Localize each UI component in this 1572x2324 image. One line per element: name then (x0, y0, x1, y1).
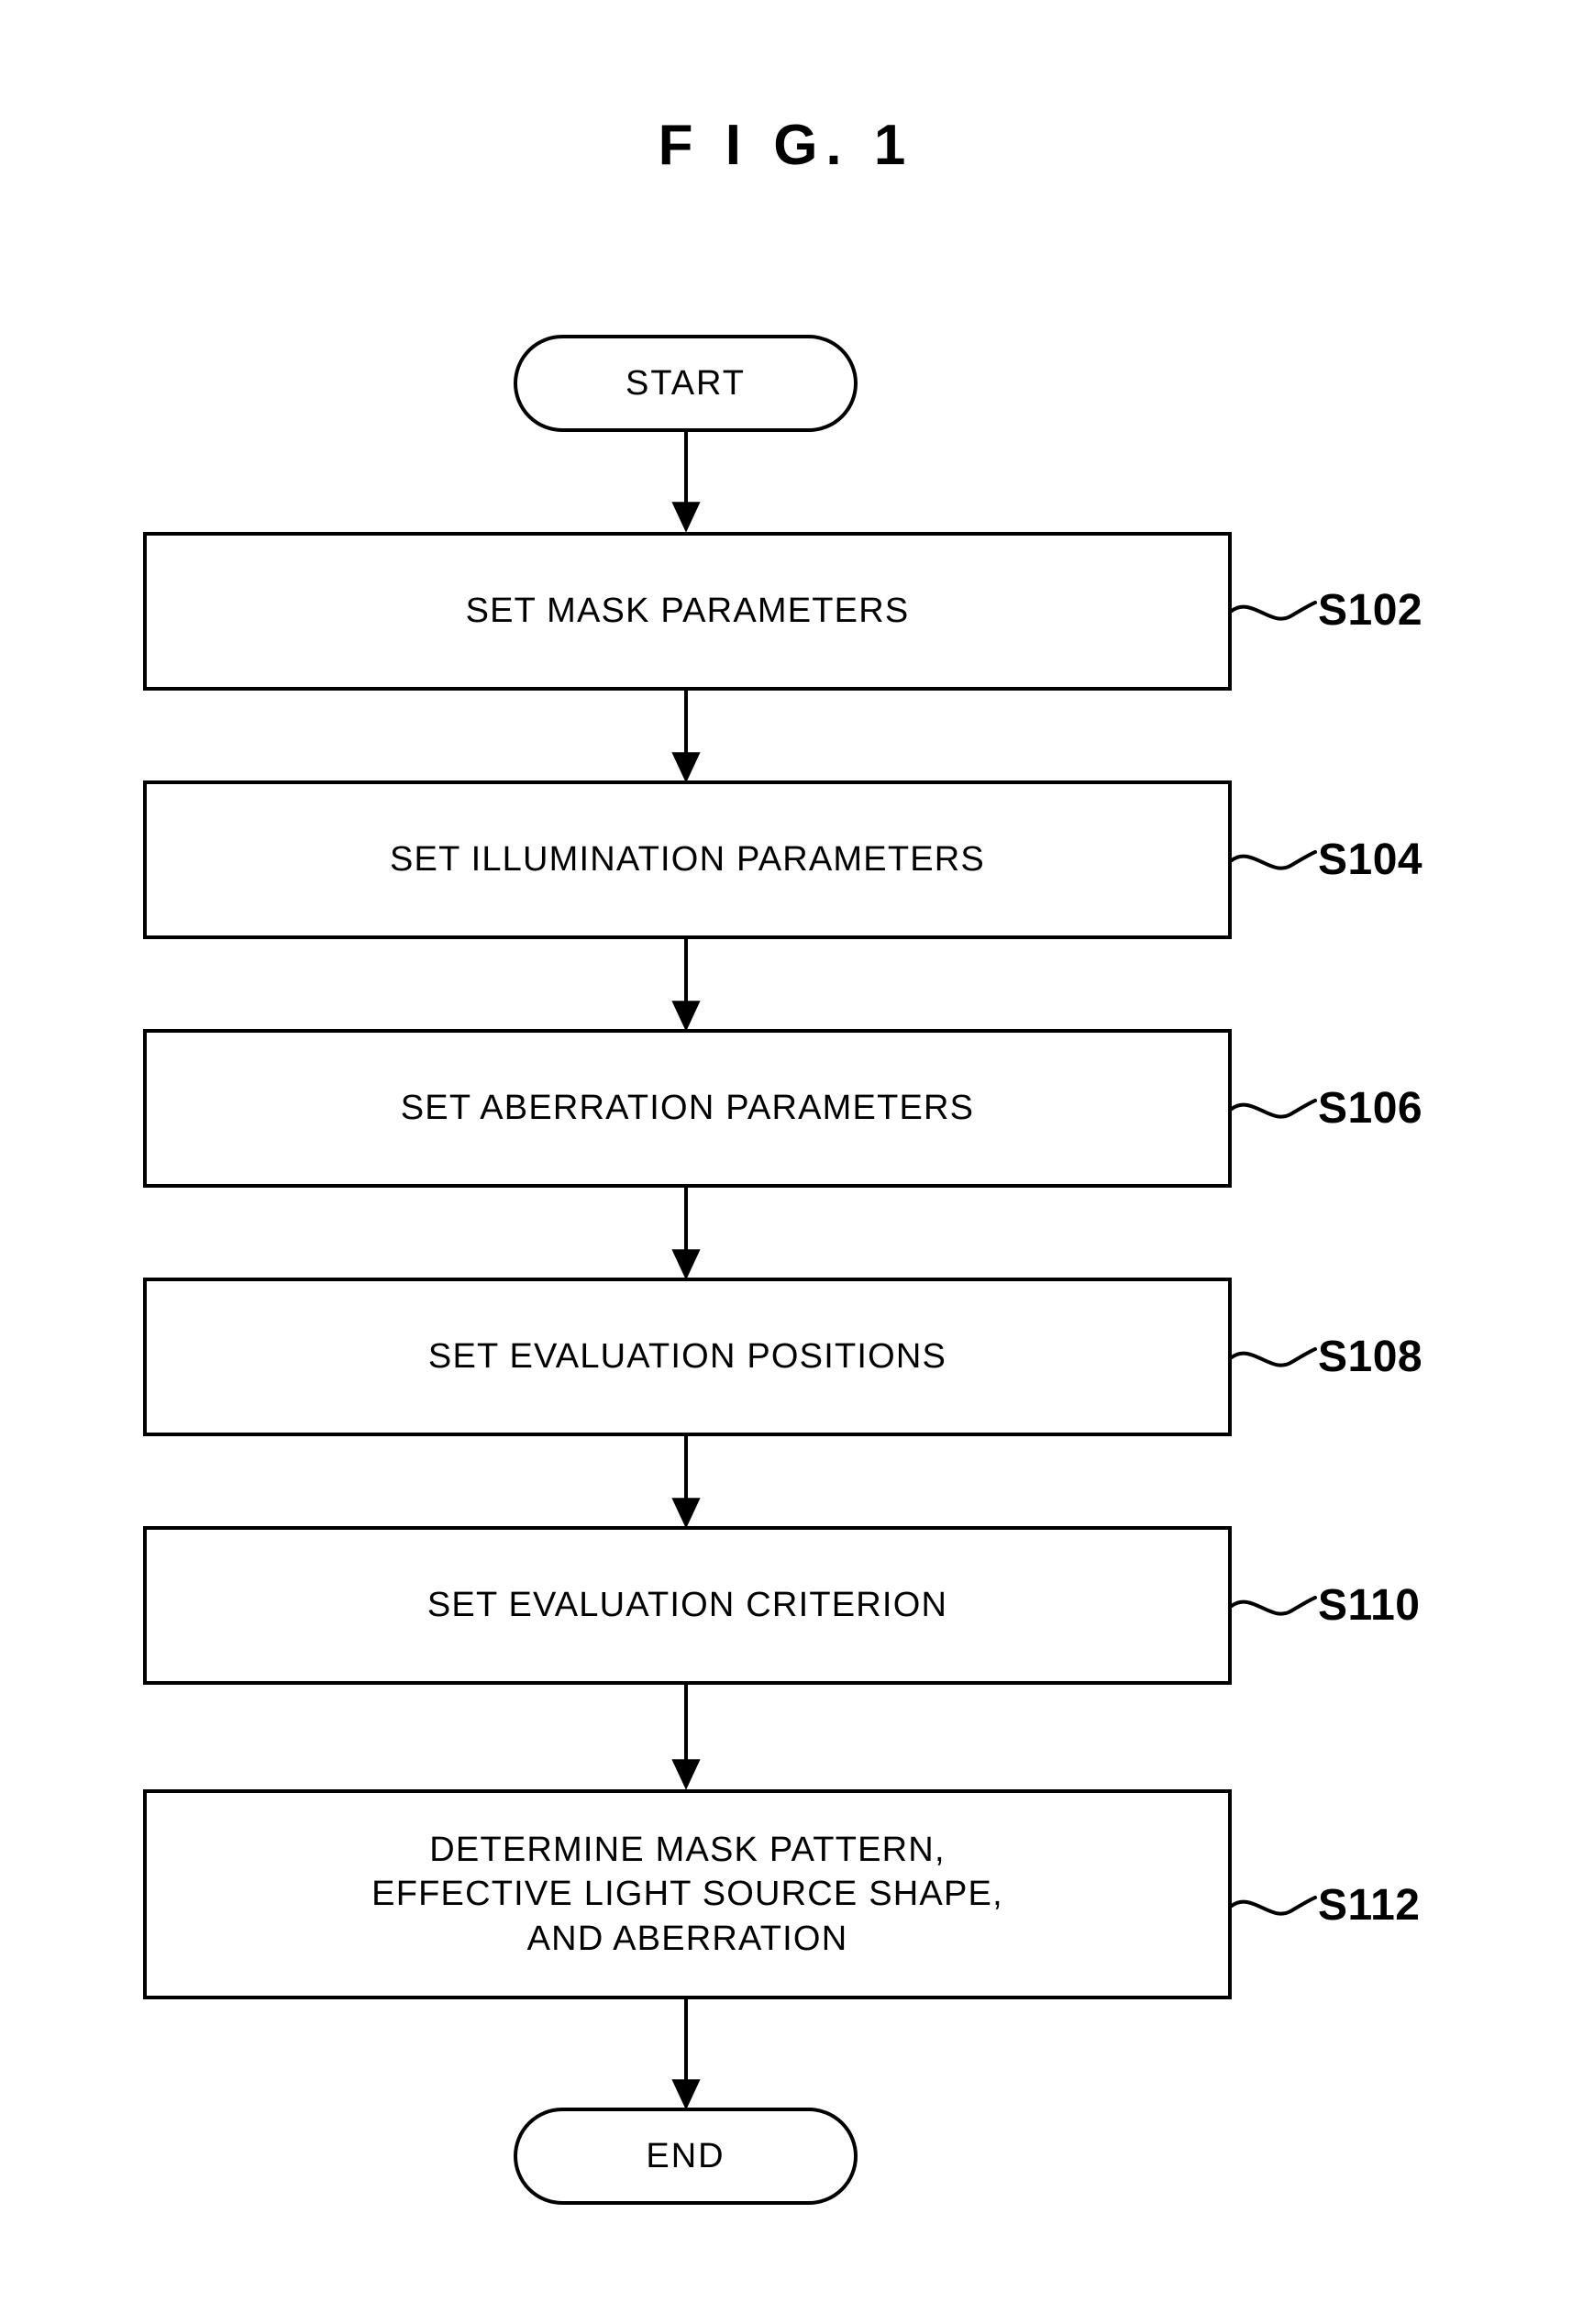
end-label: END (646, 2136, 725, 2175)
leader-squiggle-s112 (1230, 1896, 1317, 1916)
flow-node-s112-label: DETERMINE MASK PATTERN, EFFECTIVE LIGHT … (371, 1830, 1003, 1958)
leader-squiggle-s108 (1230, 1347, 1317, 1367)
flow-node-s110: SET EVALUATION CRITERION (143, 1526, 1232, 1685)
flow-node-end: END (514, 2108, 858, 2205)
step-tag-s102: S102 (1318, 586, 1423, 635)
flow-node-s108: SET EVALUATION POSITIONS (143, 1278, 1232, 1436)
step-tag-s112: S112 (1318, 1881, 1421, 1930)
flowchart: START SET MASK PARAMETERS S102 SET ILLUM… (0, 0, 1572, 2324)
step-tag-s106: S106 (1318, 1084, 1423, 1133)
flow-node-s104: SET ILLUMINATION PARAMETERS (143, 780, 1232, 939)
flow-node-s108-label: SET EVALUATION POSITIONS (427, 1337, 947, 1377)
flow-node-s102-label: SET MASK PARAMETERS (465, 592, 910, 631)
flow-node-start: START (514, 335, 858, 432)
flow-node-s106: SET ABERRATION PARAMETERS (143, 1029, 1232, 1188)
leader-squiggle-s102 (1230, 601, 1317, 621)
flow-node-s110-label: SET EVALUATION CRITERION (426, 1586, 948, 1625)
flow-node-s106-label: SET ABERRATION PARAMETERS (400, 1089, 975, 1128)
step-tag-s104: S104 (1318, 836, 1423, 884)
leader-squiggle-s106 (1230, 1099, 1317, 1119)
leader-squiggle-s104 (1230, 850, 1317, 870)
flow-node-s102: SET MASK PARAMETERS (143, 532, 1232, 691)
flow-node-s112: DETERMINE MASK PATTERN, EFFECTIVE LIGHT … (143, 1789, 1232, 1999)
step-tag-s108: S108 (1318, 1333, 1423, 1381)
flow-node-s104-label: SET ILLUMINATION PARAMETERS (390, 840, 985, 880)
start-label: START (625, 363, 747, 403)
step-tag-s110: S110 (1318, 1581, 1421, 1630)
leader-squiggle-s110 (1230, 1596, 1317, 1616)
